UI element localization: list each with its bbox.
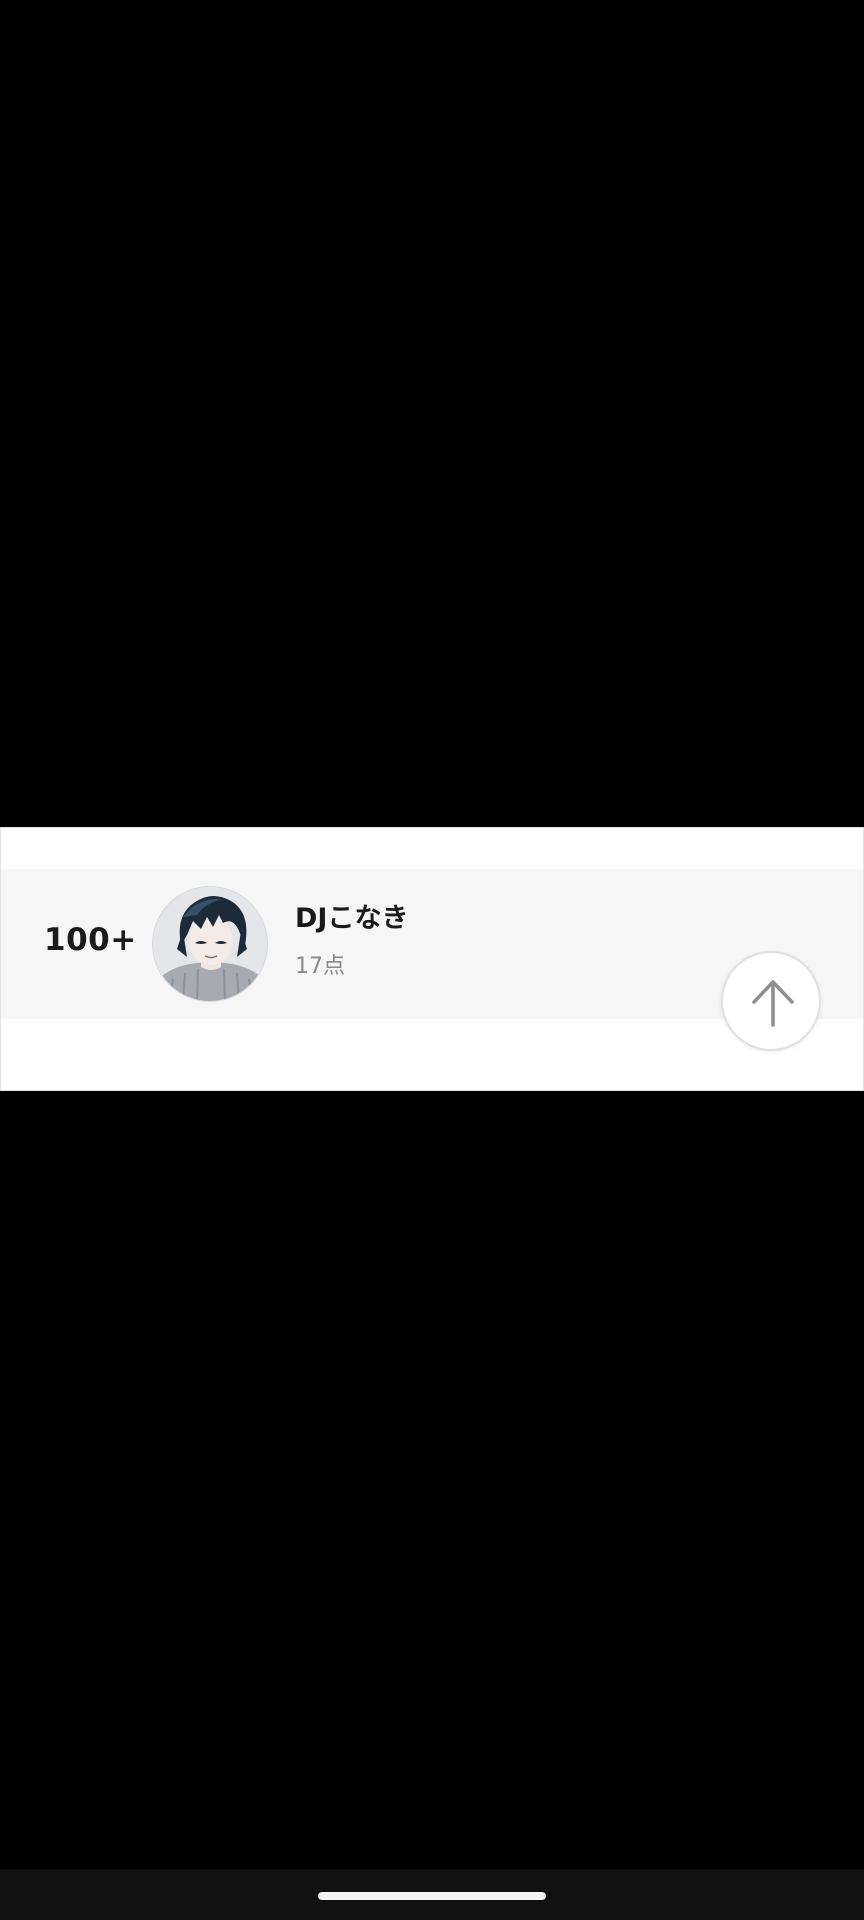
user-avatar[interactable] xyxy=(152,886,268,1002)
screen: 100+ DJこなき 17点 xyxy=(0,0,864,1920)
scroll-to-top-button[interactable] xyxy=(721,951,821,1051)
system-navigation-bar xyxy=(0,1869,864,1920)
user-name[interactable]: DJこなき xyxy=(295,904,408,934)
user-score: 17点 xyxy=(295,954,345,979)
home-indicator[interactable] xyxy=(318,1892,546,1900)
rank-number: 100+ xyxy=(44,922,137,958)
avatar-illustration xyxy=(153,887,267,1001)
arrow-up-icon xyxy=(752,980,794,1027)
